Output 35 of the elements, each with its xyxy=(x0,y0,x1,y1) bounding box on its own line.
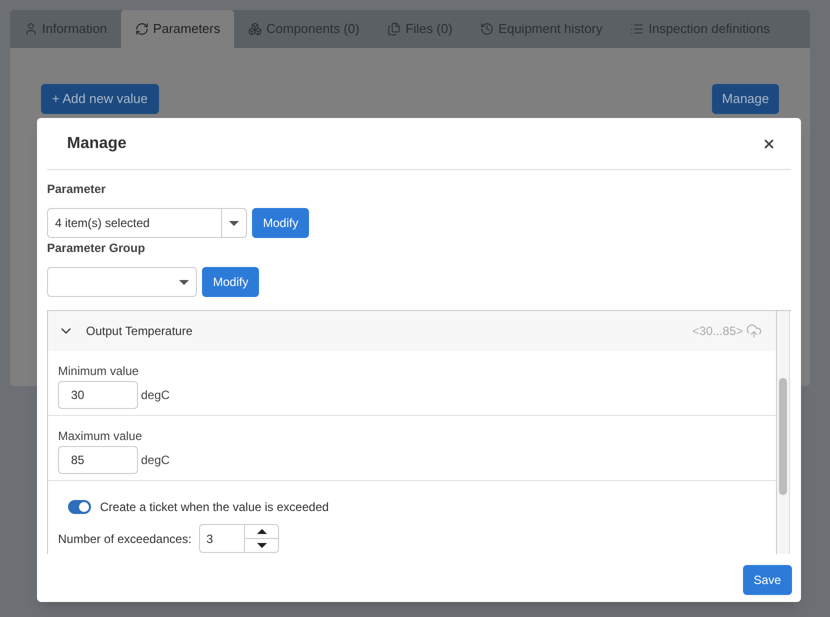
value-input[interactable]: 85 xyxy=(58,446,138,474)
add-value-button[interactable]: + Add new value xyxy=(41,84,159,114)
dialog-title: Manage xyxy=(67,134,127,154)
section-title: Output Temperature xyxy=(86,323,194,340)
person-icon xyxy=(24,22,38,36)
close-icon xyxy=(762,136,776,150)
caret-icon xyxy=(179,280,189,284)
tab[interactable]: Parameters xyxy=(121,10,234,48)
cloud-upload-icon xyxy=(746,323,762,339)
field-label: Parameter xyxy=(47,181,107,198)
modify-button[interactable]: Modify xyxy=(252,208,310,238)
accordion-header[interactable]: Output Temperature <30...85> xyxy=(48,311,776,351)
toggle-label: Create a ticket when the value is exceeded xyxy=(100,499,329,516)
save-button[interactable]: Save xyxy=(742,565,792,595)
unit-label: degC xyxy=(141,387,170,404)
modify-button[interactable]: Modify xyxy=(202,267,260,297)
number-spinner[interactable]: 3 xyxy=(199,524,280,553)
caret-icon xyxy=(229,220,239,226)
scrollbar-thumb[interactable] xyxy=(779,378,787,495)
parameter-select[interactable]: 4 item(s) selected xyxy=(47,208,247,238)
refresh-icon xyxy=(135,22,150,36)
manage-button[interactable]: Manage xyxy=(712,84,779,114)
down-arrow-icon xyxy=(256,543,267,548)
field-label: Number of exceedances: xyxy=(58,530,192,548)
toggle-switch[interactable] xyxy=(68,500,91,514)
field-label: Maximum value xyxy=(58,428,144,445)
history-icon xyxy=(480,22,494,36)
field-label: Minimum value xyxy=(58,363,140,380)
boxes-icon xyxy=(248,22,262,36)
value-input[interactable]: 30 xyxy=(58,381,138,409)
field-label: Parameter Group xyxy=(47,240,146,257)
unit-label: degC xyxy=(141,452,170,469)
files-icon xyxy=(387,22,402,36)
range-text: <30...85> xyxy=(692,323,743,340)
up-arrow-icon xyxy=(256,529,267,534)
